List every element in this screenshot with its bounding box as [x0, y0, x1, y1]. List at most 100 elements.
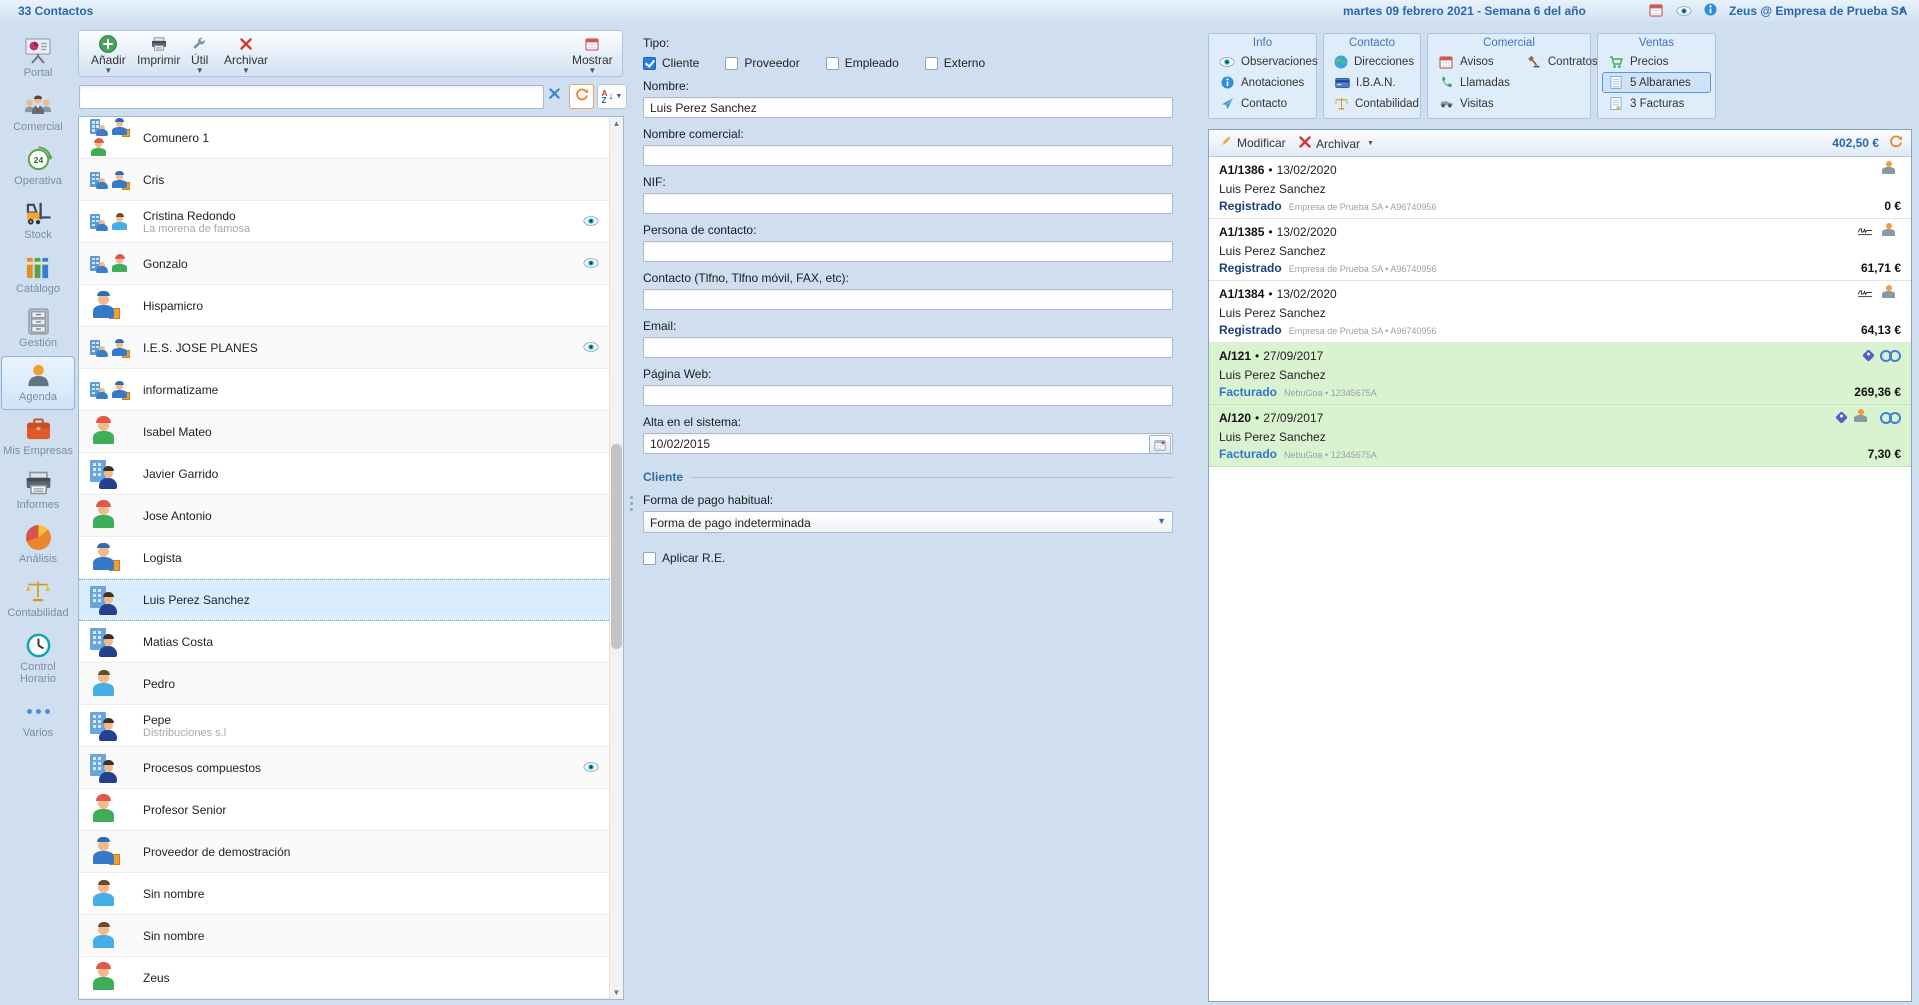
sidebar-item-gestión[interactable]: Gestión: [1, 302, 75, 356]
scroll-down-icon[interactable]: ▼: [610, 986, 623, 999]
contacts-scrollbar[interactable]: ▲ ▼: [609, 117, 623, 999]
checkbox-externo[interactable]: Externo: [925, 56, 985, 70]
clear-search-icon[interactable]: [549, 88, 565, 104]
checkbox-box-icon[interactable]: [725, 57, 738, 70]
tab-contacto[interactable]: Contacto: [1213, 93, 1312, 114]
print-button[interactable]: Imprimir: [137, 34, 180, 67]
field-value: Luis Perez Sanchez: [650, 101, 757, 115]
refresh-button[interactable]: [569, 84, 594, 109]
sidebar-item-análisis[interactable]: Análisis: [1, 518, 75, 572]
document-row[interactable]: A1/1385•13/02/2020Luis Perez SanchezRegi…: [1209, 219, 1911, 281]
tab-i-b-a-n-[interactable]: I.B.A.N.: [1328, 72, 1416, 93]
list-item[interactable]: informatizame: [79, 369, 623, 411]
tab-precios[interactable]: Precios: [1602, 51, 1711, 72]
list-item[interactable]: Sin nombre: [79, 873, 623, 915]
sidebar-item-informes[interactable]: Informes: [1, 464, 75, 518]
info-icon[interactable]: [1704, 3, 1721, 19]
list-item[interactable]: Proveedor de demostración: [79, 831, 623, 873]
list-item[interactable]: Hispamicro: [79, 285, 623, 327]
sidebar-item-stock[interactable]: Stock: [1, 194, 75, 248]
tab-contabilidad[interactable]: Contabilidad: [1328, 93, 1416, 114]
checkbox-box-icon[interactable]: [643, 57, 656, 70]
list-item[interactable]: Zeus: [79, 957, 623, 999]
sort-button[interactable]: AZ ↓▼: [597, 84, 627, 109]
tab-label: Contratos: [1548, 56, 1598, 68]
tab-llamadas[interactable]: Llamadas: [1432, 72, 1516, 93]
add-button[interactable]: Añadir▼: [91, 34, 126, 74]
modify-button[interactable]: Modificar: [1219, 135, 1286, 151]
tab-contratos[interactable]: Contratos: [1520, 51, 1604, 72]
list-item[interactable]: Jose Antonio: [79, 495, 623, 537]
casual-avatar-icon: [89, 668, 119, 700]
list-item[interactable]: Logista: [79, 537, 623, 579]
field-input-alta[interactable]: 10/02/2015: [643, 433, 1173, 454]
util-button[interactable]: Útil▼: [191, 34, 208, 74]
document-row[interactable]: A1/1384•13/02/2020Luis Perez SanchezRegi…: [1209, 281, 1911, 343]
checkbox-box-icon[interactable]: [826, 57, 839, 70]
sidebar-item-varios[interactable]: Varios: [1, 692, 75, 746]
payment-select[interactable]: Forma de pago indeterminada▼: [643, 511, 1173, 533]
list-item[interactable]: Javier Garrido: [79, 453, 623, 495]
sidebar-item-agenda[interactable]: Agenda: [1, 356, 75, 410]
doc-ref: A1/1385: [1219, 225, 1264, 239]
list-item[interactable]: Isabel Mateo: [79, 411, 623, 453]
list-item[interactable]: Matias Costa: [79, 621, 623, 663]
document-row[interactable]: A1/1386•13/02/2020Luis Perez SanchezRegi…: [1209, 157, 1911, 219]
tab-direcciones[interactable]: Direcciones: [1328, 51, 1416, 72]
show-button[interactable]: Mostrar▼: [572, 34, 613, 74]
archive-button[interactable]: Archivar▼: [224, 34, 268, 74]
field-input-contacto[interactable]: [643, 289, 1173, 310]
list-item[interactable]: Comunero 1: [79, 117, 623, 159]
archive-doc-button[interactable]: Archivar▼: [1299, 136, 1374, 151]
search-input[interactable]: [79, 85, 544, 109]
field-input-nif[interactable]: [643, 193, 1173, 214]
list-item[interactable]: Profesor Senior: [79, 789, 623, 831]
date-picker-button[interactable]: [1149, 435, 1171, 454]
checkbox-aplicar-re[interactable]: Aplicar R.E.: [643, 551, 725, 565]
contact-texts: Logista: [143, 551, 182, 565]
sidebar-item-operativa[interactable]: 24Operativa: [1, 140, 75, 194]
field-input-email[interactable]: [643, 337, 1173, 358]
list-item[interactable]: I.E.S. JOSE PLANES: [79, 327, 623, 369]
checkbox-proveedor[interactable]: Proveedor: [725, 56, 799, 70]
tab-anotaciones[interactable]: Anotaciones: [1213, 72, 1312, 93]
tab-observaciones[interactable]: Observaciones: [1213, 51, 1312, 72]
sidebar-item-control-horario[interactable]: Control Horario: [1, 626, 75, 692]
checkbox-cliente[interactable]: Cliente: [643, 56, 699, 70]
sidebar-item-mis-empresas[interactable]: Mis Empresas: [1, 410, 75, 464]
list-item[interactable]: Procesos compuestos: [79, 747, 623, 789]
calendar-icon[interactable]: [1649, 3, 1666, 19]
contact-texts: Procesos compuestos: [143, 761, 261, 775]
list-item[interactable]: Gonzalo: [79, 243, 623, 285]
sidebar-item-contabilidad[interactable]: Contabilidad: [1, 572, 75, 626]
list-item[interactable]: PepeDistribuciones s.l: [79, 705, 623, 747]
list-item[interactable]: Luis Perez Sanchez: [79, 579, 623, 621]
checkbox-box-icon[interactable]: [643, 552, 656, 565]
scroll-up-icon[interactable]: ▲: [610, 117, 623, 130]
list-item[interactable]: Cris: [79, 159, 623, 201]
tab-5-albaranes[interactable]: 5 Albaranes: [1602, 72, 1711, 93]
field-input-persona[interactable]: [643, 241, 1173, 262]
field-input-página[interactable]: [643, 385, 1173, 406]
eye-icon[interactable]: [1676, 5, 1693, 21]
chevron-down-icon[interactable]: ▼: [1898, 6, 1906, 15]
checkbox-empleado[interactable]: Empleado: [826, 56, 899, 70]
field-input-nombre[interactable]: Luis Perez Sanchez: [643, 97, 1173, 118]
document-row[interactable]: A/120•27/09/2017Luis Perez SanchezFactur…: [1209, 405, 1911, 467]
tab-avisos[interactable]: Avisos: [1432, 51, 1516, 72]
refresh-icon[interactable]: [1889, 135, 1903, 152]
sidebar-item-catálogo[interactable]: Catálogo: [1, 248, 75, 302]
list-item[interactable]: Cristina RedondoLa morena de famosa: [79, 201, 623, 243]
tab-visitas[interactable]: Visitas: [1432, 93, 1516, 114]
list-item[interactable]: Sin nombre: [79, 915, 623, 957]
sidebar-item-portal[interactable]: Portal: [1, 32, 75, 86]
user-company-menu[interactable]: Zeus @ Empresa de Prueba SA: [1729, 4, 1907, 18]
scrollbar-thumb[interactable]: [611, 444, 622, 649]
list-item[interactable]: Pedro: [79, 663, 623, 705]
field-input-nombre[interactable]: [643, 145, 1173, 166]
panel-splitter[interactable]: [630, 496, 634, 511]
document-row[interactable]: A/121•27/09/2017Luis Perez SanchezFactur…: [1209, 343, 1911, 405]
sidebar-item-comercial[interactable]: Comercial: [1, 86, 75, 140]
tab-3-facturas[interactable]: 3 Facturas: [1602, 93, 1711, 114]
checkbox-box-icon[interactable]: [925, 57, 938, 70]
